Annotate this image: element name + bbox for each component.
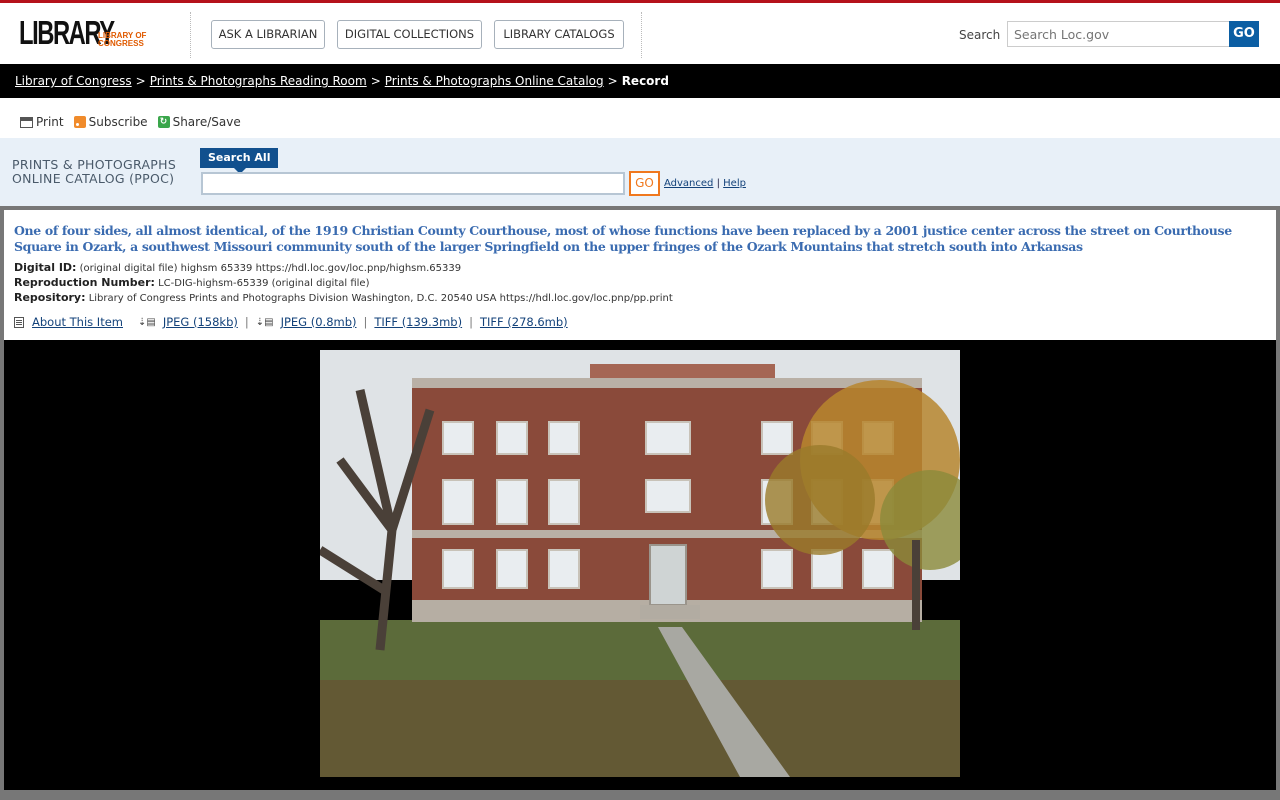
ppoc-title-line1: PRINTS & PHOTOGRAPHS — [12, 157, 177, 172]
ppoc-links: Advanced | Help — [664, 178, 746, 189]
ppoc-go-button[interactable]: GO — [629, 171, 660, 196]
breadcrumb-link-online-catalog[interactable]: Prints & Photographs Online Catalog — [385, 74, 604, 88]
repository-row: Repository: Library of Congress Prints a… — [14, 291, 673, 304]
search-label: Search — [959, 28, 1001, 42]
download-tiff-small-link[interactable]: TIFF (139.3mb) — [374, 315, 462, 329]
record-frame: One of four sides, all almost identical,… — [0, 206, 1280, 800]
breadcrumb-separator: > — [607, 74, 618, 88]
printer-icon — [20, 116, 33, 128]
breadcrumb: Library of Congress > Prints & Photographs… — [0, 64, 1280, 98]
site-header: LIBRARY LIBRARY OF CONGRESS ASK A LIBRAR… — [0, 0, 1280, 64]
breadcrumb-separator: > — [370, 74, 381, 88]
image-viewer — [4, 340, 1276, 790]
page-tools: Print Subscribe ↻ Share/Save — [20, 115, 241, 129]
ppoc-title[interactable]: PRINTS & PHOTOGRAPHS ONLINE CATALOG (PPO… — [12, 158, 176, 186]
reproduction-number-label: Reproduction Number: — [14, 276, 155, 289]
repository-label: Repository: — [14, 291, 86, 304]
download-jpeg-large-link[interactable]: JPEG (0.8mb) — [281, 315, 357, 329]
breadcrumb-separator: > — [135, 74, 146, 88]
record-title: One of four sides, all almost identical,… — [14, 223, 1232, 254]
subscribe-label: Subscribe — [88, 115, 148, 129]
download-row: About This Item ⇣▤ JPEG (158kb) | ⇣▤ JPE… — [14, 315, 568, 329]
share-save-link[interactable]: ↻ Share/Save — [157, 115, 241, 129]
about-this-item-link[interactable]: About This Item — [32, 315, 123, 329]
print-label: Print — [36, 115, 64, 129]
document-icon — [14, 316, 24, 328]
ppoc-search-input[interactable] — [201, 172, 625, 195]
print-link[interactable]: Print — [20, 115, 64, 129]
ask-a-librarian-button[interactable]: ASK A LIBRARIAN — [211, 20, 325, 49]
header-divider — [190, 12, 191, 58]
download-jpeg-small-link[interactable]: JPEG (158kb) — [163, 315, 238, 329]
header-divider — [641, 12, 642, 58]
site-search-input[interactable] — [1007, 21, 1230, 47]
rss-icon — [73, 116, 86, 128]
reproduction-number-value: LC-DIG-highsm-65339 (original digital fi… — [158, 278, 370, 289]
digital-id-row: Digital ID: (original digital file) high… — [14, 261, 461, 274]
courthouse-photo[interactable] — [320, 350, 960, 777]
search-all-tab[interactable]: Search All — [200, 148, 279, 174]
share-icon: ↻ — [157, 116, 170, 128]
share-label: Share/Save — [172, 115, 241, 129]
subscribe-link[interactable]: Subscribe — [73, 115, 148, 129]
digital-id-label: Digital ID: — [14, 261, 77, 274]
digital-collections-button[interactable]: DIGITAL COLLECTIONS — [337, 20, 482, 49]
download-icon: ⇣▤ — [138, 316, 156, 328]
library-catalogs-button[interactable]: LIBRARY CATALOGS — [494, 20, 624, 49]
breadcrumb-link-loc[interactable]: Library of Congress — [15, 74, 132, 88]
download-icon: ⇣▤ — [255, 316, 274, 328]
library-of-congress-logo[interactable]: LIBRARY LIBRARY OF CONGRESS — [19, 15, 154, 53]
reproduction-number-row: Reproduction Number: LC-DIG-highsm-65339… — [14, 276, 369, 289]
ppoc-search-band: PRINTS & PHOTOGRAPHS ONLINE CATALOG (PPO… — [0, 138, 1280, 206]
breadcrumb-link-reading-room[interactable]: Prints & Photographs Reading Room — [150, 74, 367, 88]
download-tiff-large-link[interactable]: TIFF (278.6mb) — [480, 315, 568, 329]
advanced-search-link[interactable]: Advanced — [664, 178, 713, 189]
logo-subtitle: LIBRARY OF CONGRESS — [98, 31, 147, 48]
help-link[interactable]: Help — [723, 178, 746, 189]
record-details: One of four sides, all almost identical,… — [4, 210, 1276, 340]
site-search-go-button[interactable]: GO — [1229, 21, 1259, 47]
digital-id-value: (original digital file) highsm 65339 htt… — [79, 263, 462, 274]
repository-value: Library of Congress Prints and Photograp… — [88, 293, 673, 304]
breadcrumb-current: Record — [621, 74, 669, 88]
ppoc-title-line2: ONLINE CATALOG (PPOC) — [12, 171, 175, 186]
